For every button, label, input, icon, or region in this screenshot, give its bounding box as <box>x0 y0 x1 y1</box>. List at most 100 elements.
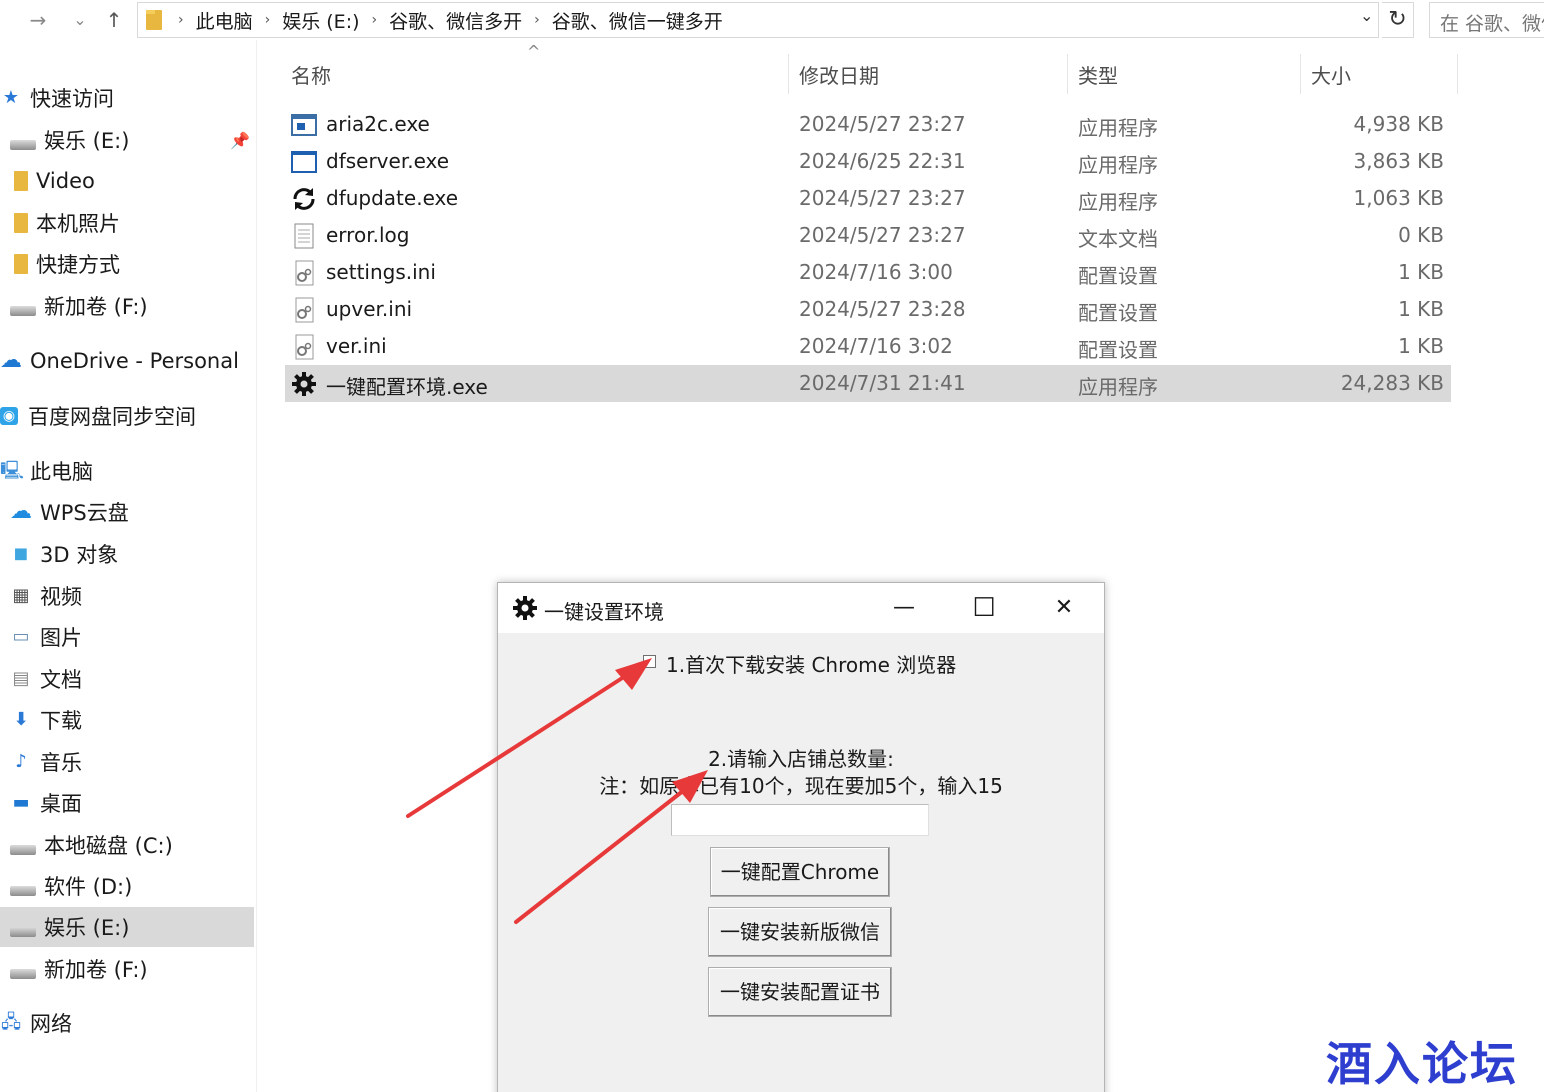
file-row[interactable]: settings.ini 2024/7/16 3:00 配置设置 1 KB <box>285 254 1451 291</box>
sidebar-item-wps[interactable]: ☁ WPS云盘 <box>0 492 254 532</box>
drive-icon <box>10 845 36 855</box>
file-type: 应用程序 <box>1078 190 1158 214</box>
sidebar-item-onedrive[interactable]: ☁ OneDrive - Personal <box>0 341 254 381</box>
sidebar-item-3d[interactable]: ◼ 3D 对象 <box>0 534 254 574</box>
sidebar-item-documents[interactable]: ▤ 文档 <box>0 659 254 699</box>
column-divider[interactable] <box>1457 54 1458 94</box>
file-type: 配置设置 <box>1078 301 1158 325</box>
sidebar-item-drive-e-selected[interactable]: 娱乐 (E:) <box>0 907 254 947</box>
file-type: 应用程序 <box>1078 116 1158 140</box>
baidu-icon: ◉ <box>0 407 18 425</box>
install-wechat-button[interactable]: 一键安装新版微信 <box>708 907 892 957</box>
sidebar-item-network[interactable]: 🖧 网络 <box>0 1003 254 1043</box>
column-divider[interactable] <box>1067 54 1068 94</box>
install-certificate-button[interactable]: 一键安装配置证书 <box>708 967 892 1017</box>
sidebar-item-desktop[interactable]: ▬ 桌面 <box>0 783 254 823</box>
sidebar-item-drive-e[interactable]: 娱乐 (E:) 📌 <box>0 120 254 160</box>
refresh-icon[interactable]: ↻ <box>1382 2 1414 38</box>
file-row[interactable]: dfupdate.exe 2024/5/27 23:27 应用程序 1,063 … <box>285 180 1451 217</box>
up-arrow-icon[interactable]: ↑ <box>98 4 130 36</box>
breadcrumb-item[interactable]: 谷歌、微信多开 <box>387 7 524 34</box>
sidebar-item-video[interactable]: Video <box>0 161 254 201</box>
search-input[interactable]: 在 谷歌、微信 <box>1429 2 1544 38</box>
refresh-icon <box>293 188 315 210</box>
column-header-size[interactable]: 大小 <box>1311 60 1351 89</box>
column-divider[interactable] <box>788 54 789 94</box>
app-window-icon <box>291 114 317 136</box>
file-row[interactable]: ver.ini 2024/7/16 3:02 配置设置 1 KB <box>285 328 1451 365</box>
recent-dropdown-icon[interactable]: ⌄ <box>64 4 96 36</box>
folder-icon <box>14 171 28 191</box>
file-size: 1,063 KB <box>1353 186 1444 210</box>
file-date: 2024/7/31 21:41 <box>799 371 966 395</box>
address-bar: → ⌄ ↑ › 此电脑 › 娱乐 (E:) › 谷歌、微信多开 › 谷歌、微信一… <box>0 0 1544 40</box>
sidebar-item-label: 3D 对象 <box>40 543 119 567</box>
document-icon: ▤ <box>12 668 30 689</box>
desktop-icon: ▬ <box>12 792 30 813</box>
address-dropdown-icon[interactable]: ⌄ <box>1360 6 1373 25</box>
sidebar-item-music[interactable]: ♪ 音乐 <box>0 742 254 782</box>
sidebar-item-label: 图片 <box>40 626 82 650</box>
file-type: 配置设置 <box>1078 338 1158 362</box>
file-date: 2024/6/25 22:31 <box>799 149 966 173</box>
file-date: 2024/5/27 23:28 <box>799 297 966 321</box>
file-size: 24,283 KB <box>1340 371 1444 395</box>
sidebar-item-label: 网络 <box>30 1012 72 1036</box>
sidebar-item-label: OneDrive - Personal <box>30 349 239 373</box>
file-type: 配置设置 <box>1078 264 1158 288</box>
settings-file-icon <box>295 334 314 360</box>
file-date: 2024/7/16 3:00 <box>799 260 953 284</box>
sidebar-item-drive-d[interactable]: 软件 (D:) <box>0 866 254 906</box>
sidebar-item-drive-f-2[interactable]: 新加卷 (F:) <box>0 949 254 989</box>
sidebar-item-label: 新加卷 (F:) <box>44 295 148 319</box>
file-type: 应用程序 <box>1078 153 1158 177</box>
sidebar-item-label: 桌面 <box>40 792 82 816</box>
close-button[interactable]: ✕ <box>1024 583 1104 633</box>
chevron-right-icon: › <box>534 12 540 28</box>
sidebar-item-photos[interactable]: 本机照片 <box>0 203 254 243</box>
sidebar-item-videos[interactable]: ▦ 视频 <box>0 576 254 616</box>
sidebar-item-label: 百度网盘同步空间 <box>28 405 196 429</box>
store-count-input[interactable] <box>671 804 929 836</box>
text-file-icon <box>294 223 314 249</box>
sidebar-item-pictures[interactable]: ▭ 图片 <box>0 617 254 657</box>
install-chrome-checkbox[interactable] <box>643 655 656 668</box>
minimize-button[interactable]: — <box>864 583 944 633</box>
column-divider[interactable] <box>1300 54 1301 94</box>
sidebar-item-label: 软件 (D:) <box>44 875 133 899</box>
sidebar-item-quick-access[interactable]: ★ 快速访问 <box>0 78 254 118</box>
sidebar-item-shortcuts[interactable]: 快捷方式 <box>0 244 254 284</box>
dialog-titlebar[interactable]: 一键设置环境 — ☐ ✕ <box>498 583 1104 633</box>
breadcrumb-item[interactable]: 此电脑 <box>194 7 255 34</box>
column-header-type[interactable]: 类型 <box>1078 60 1118 89</box>
file-type: 应用程序 <box>1078 375 1158 399</box>
gear-icon <box>513 596 537 620</box>
file-name: 一键配置环境.exe <box>326 375 488 399</box>
file-row[interactable]: upver.ini 2024/5/27 23:28 配置设置 1 KB <box>285 291 1451 328</box>
install-chrome-label[interactable]: 1.首次下载安装 Chrome 浏览器 <box>666 649 956 678</box>
sidebar-item-drive-f[interactable]: 新加卷 (F:) <box>0 286 254 326</box>
file-row[interactable]: dfserver.exe 2024/6/25 22:31 应用程序 3,863 … <box>285 143 1451 180</box>
sidebar-item-drive-c[interactable]: 本地磁盘 (C:) <box>0 825 254 865</box>
sidebar-item-label: 音乐 <box>40 751 82 775</box>
file-row[interactable]: error.log 2024/5/27 23:27 文本文档 0 KB <box>285 217 1451 254</box>
sidebar-item-label: 娱乐 (E:) <box>44 129 130 153</box>
file-row[interactable]: aria2c.exe 2024/5/27 23:27 应用程序 4,938 KB <box>285 106 1451 143</box>
file-row-selected[interactable]: 一键配置环境.exe 2024/7/31 21:41 应用程序 24,283 K… <box>285 365 1451 402</box>
sidebar-item-baidu[interactable]: ◉ 百度网盘同步空间 <box>0 396 254 436</box>
maximize-button[interactable]: ☐ <box>944 583 1024 633</box>
star-icon: ★ <box>2 87 20 108</box>
pin-icon[interactable]: 📌 <box>230 131 250 150</box>
setup-dialog: 一键设置环境 — ☐ ✕ 1.首次下载安装 Chrome 浏览器 2.请输入店铺… <box>497 582 1105 1092</box>
back-arrow-icon[interactable]: → <box>22 4 54 36</box>
sidebar-item-this-pc[interactable]: 🖳 此电脑 <box>0 451 254 491</box>
breadcrumb[interactable]: › 此电脑 › 娱乐 (E:) › 谷歌、微信多开 › 谷歌、微信一键多开 <box>137 2 1379 38</box>
sidebar-item-label: 快速访问 <box>30 87 114 111</box>
folder-icon <box>146 10 162 30</box>
column-header-date[interactable]: 修改日期 <box>799 60 879 89</box>
breadcrumb-item[interactable]: 娱乐 (E:) <box>280 7 361 34</box>
column-header-name[interactable]: 名称 <box>291 60 331 89</box>
breadcrumb-item[interactable]: 谷歌、微信一键多开 <box>550 7 725 34</box>
sidebar-item-downloads[interactable]: ⬇ 下载 <box>0 700 254 740</box>
configure-chrome-button[interactable]: 一键配置Chrome <box>710 847 890 897</box>
